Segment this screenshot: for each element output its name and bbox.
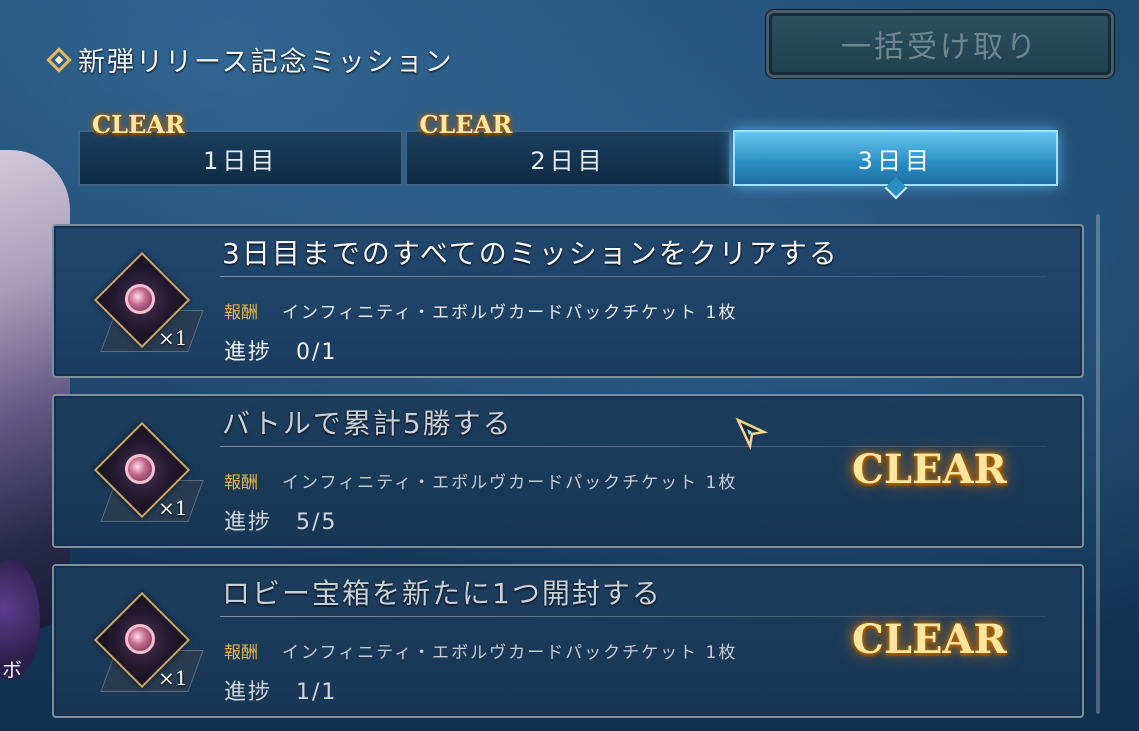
tab-day-3[interactable]: 3日目 bbox=[732, 130, 1058, 200]
tab-label: 2日目 bbox=[530, 146, 606, 175]
mission-title: バトルで累計5勝する bbox=[222, 407, 513, 440]
tab-day-1[interactable]: CLEAR 1日目 bbox=[78, 110, 404, 186]
tab-clear-badge: CLEAR bbox=[92, 110, 185, 139]
divider bbox=[220, 276, 1046, 277]
tab-day-2[interactable]: CLEAR 2日目 bbox=[405, 110, 731, 186]
mission-progress: 進捗 1/1 bbox=[224, 680, 338, 705]
reward-quantity: ×1 bbox=[158, 326, 188, 350]
mission-card[interactable]: ×1 3日目までのすべてのミッションをクリアする 報酬 インフィニティ・エボルヴ… bbox=[52, 224, 1084, 378]
reward-text: インフィニティ・エボルヴカードパックチケット 1枚 bbox=[282, 473, 738, 493]
mission-progress: 進捗 0/1 bbox=[224, 340, 338, 365]
day-tabs: CLEAR 1日目 CLEAR 2日目 3日目 bbox=[78, 110, 1058, 200]
scrollbar[interactable] bbox=[1096, 214, 1100, 714]
mission-header: 新弾リリース記念ミッション bbox=[46, 40, 454, 79]
mission-card[interactable]: ×1 バトルで累計5勝する 報酬 インフィニティ・エボルヴカードパックチケット … bbox=[52, 394, 1084, 548]
reward-quantity: ×1 bbox=[158, 666, 188, 690]
reward-label: 報酬 bbox=[224, 473, 258, 493]
side-text: ボ bbox=[2, 658, 22, 682]
tab-clear-badge: CLEAR bbox=[419, 110, 513, 139]
active-tab-pointer bbox=[884, 176, 908, 200]
reward-label: 報酬 bbox=[224, 303, 258, 323]
tab-label: 3日目 bbox=[857, 146, 933, 175]
reward-label: 報酬 bbox=[224, 643, 258, 663]
mission-title: 3日目までのすべてのミッションをクリアする bbox=[222, 237, 839, 270]
mission-title: ロビー宝箱を新たに1つ開封する bbox=[222, 577, 662, 610]
bulk-receive-button[interactable]: 一括受け取り bbox=[766, 10, 1114, 78]
character-art bbox=[0, 150, 70, 630]
page-title: 新弾リリース記念ミッション bbox=[78, 47, 454, 78]
cursor-icon bbox=[735, 417, 768, 450]
gem-icon bbox=[125, 454, 155, 484]
mission-card[interactable]: ×1 ロビー宝箱を新たに1つ開封する 報酬 インフィニティ・エボルヴカードパック… bbox=[52, 564, 1084, 718]
clear-badge: CLEAR bbox=[852, 616, 1007, 663]
tab-label: 1日目 bbox=[203, 146, 279, 175]
clear-badge: CLEAR bbox=[852, 446, 1007, 493]
gem-icon bbox=[125, 284, 155, 314]
diamond-icon bbox=[46, 46, 72, 73]
mission-progress: 進捗 5/5 bbox=[224, 510, 338, 535]
reward-text: インフィニティ・エボルヴカードパックチケット 1枚 bbox=[282, 643, 738, 663]
gem-icon bbox=[125, 624, 155, 654]
reward-quantity: ×1 bbox=[158, 496, 188, 520]
reward-text: インフィニティ・エボルヴカードパックチケット 1枚 bbox=[282, 303, 738, 323]
